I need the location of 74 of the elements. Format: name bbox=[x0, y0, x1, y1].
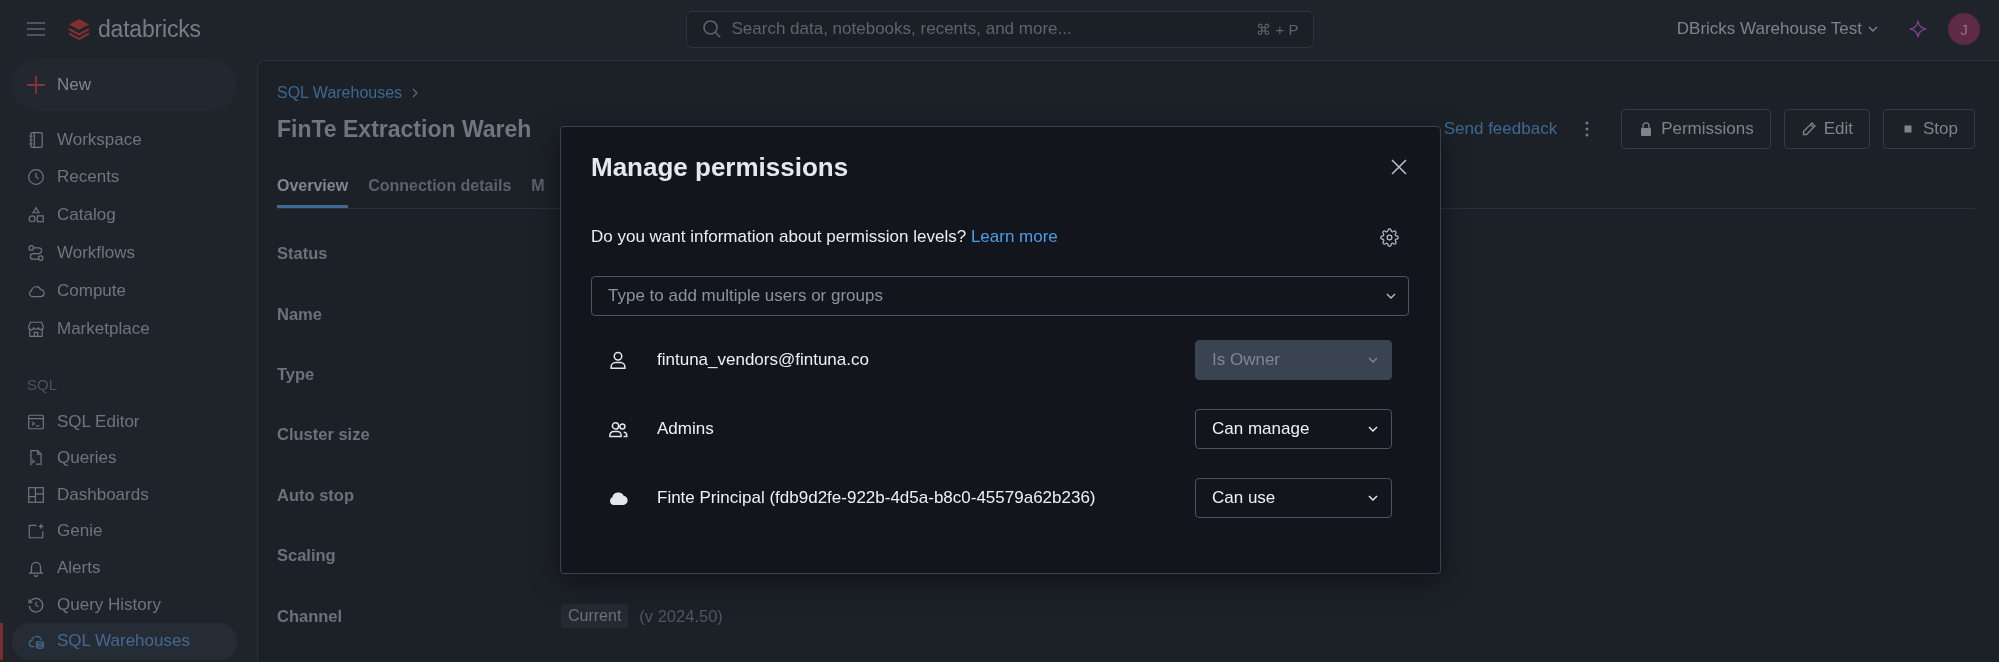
dialog-title: Manage permissions bbox=[591, 151, 849, 183]
settings-icon[interactable] bbox=[1380, 227, 1399, 247]
chevron-down-icon bbox=[1868, 26, 1878, 32]
sparkle-icon[interactable] bbox=[1909, 20, 1927, 38]
sidebar-item[interactable]: Catalog bbox=[12, 196, 237, 235]
notebook-icon bbox=[27, 130, 45, 149]
terminal-window-icon bbox=[27, 412, 45, 431]
channel-tag: Current bbox=[561, 604, 629, 629]
property-label: Status bbox=[277, 244, 329, 264]
workflow-icon bbox=[27, 243, 45, 262]
property-label: Type bbox=[277, 365, 316, 385]
sidebar-item[interactable]: Compute bbox=[12, 271, 237, 310]
sidebar-item[interactable]: Dashboards bbox=[12, 476, 237, 514]
people-icon bbox=[608, 419, 628, 439]
principal-name: Finte Principal (fdb9d2fe-922b-4d5a-b8c0-45579a62b236) bbox=[657, 488, 1097, 508]
tab[interactable]: M bbox=[531, 175, 545, 208]
bell-icon bbox=[27, 559, 45, 578]
chevron-down-icon bbox=[1368, 357, 1378, 363]
sparkle-frame-icon bbox=[27, 522, 45, 541]
user-avatar[interactable]: J bbox=[1948, 13, 1980, 45]
search-icon bbox=[702, 20, 721, 38]
person-icon bbox=[608, 350, 628, 370]
property-label: Scaling bbox=[277, 546, 337, 566]
sidebar-item[interactable]: Workspace bbox=[12, 120, 237, 159]
learn-more-link[interactable]: Learn more bbox=[970, 227, 1058, 246]
add-users-field[interactable]: Type to add multiple users or groups bbox=[591, 276, 1409, 316]
property-label: Name bbox=[277, 304, 323, 324]
code-file-icon bbox=[27, 449, 45, 468]
chevron-down-icon bbox=[1368, 426, 1378, 432]
property-label: Cluster size bbox=[277, 425, 371, 445]
tab[interactable]: Overview bbox=[277, 175, 349, 208]
layers-logo-icon bbox=[68, 17, 90, 41]
property-value: (v 2024.50) bbox=[639, 606, 723, 626]
sidebar-item[interactable]: Query History bbox=[12, 586, 237, 623]
principal-name: fintuna_vendors@fintuna.co bbox=[657, 350, 870, 370]
shapes-icon bbox=[27, 206, 45, 225]
shortcut-hint: ⌘ + P bbox=[1256, 19, 1299, 39]
chevron-down-icon bbox=[1368, 495, 1378, 501]
send-feedback-link[interactable]: Send feedback bbox=[1443, 119, 1558, 139]
sidebar-item[interactable]: Recents bbox=[12, 158, 237, 197]
principal-name: Admins bbox=[657, 419, 715, 439]
edit-button[interactable]: Edit bbox=[1783, 109, 1870, 149]
logo-text: databricks bbox=[98, 15, 201, 43]
sidebar-item[interactable]: Genie bbox=[12, 513, 237, 550]
sidebar-item[interactable]: SQL Editor bbox=[12, 403, 237, 440]
pencil-icon bbox=[1800, 121, 1817, 137]
permissions-button[interactable]: Permissions bbox=[1621, 109, 1771, 149]
sidebar-item[interactable]: Workflows bbox=[12, 234, 237, 272]
selection-indicator bbox=[0, 622, 3, 660]
chevron-right-icon bbox=[412, 88, 419, 98]
plus-icon bbox=[27, 76, 45, 94]
sidebar-item[interactable]: Alerts bbox=[12, 549, 237, 587]
workspace-switcher[interactable]: DBricks Warehouse Test bbox=[1676, 19, 1878, 39]
close-icon[interactable] bbox=[1391, 159, 1407, 175]
permission-dropdown[interactable]: Can manage bbox=[1195, 409, 1392, 449]
sidebar-item[interactable]: Marketplace bbox=[12, 309, 237, 348]
history-clock-icon bbox=[27, 595, 45, 614]
sidebar-item[interactable]: SQL Warehouses bbox=[12, 622, 237, 660]
more-options-icon[interactable] bbox=[1585, 121, 1590, 137]
clock-icon bbox=[27, 168, 45, 187]
new-button[interactable]: New bbox=[11, 59, 237, 111]
sidebar-item[interactable]: Queries bbox=[12, 439, 237, 477]
property-label: Channel bbox=[277, 606, 344, 626]
tab[interactable]: Connection details bbox=[368, 175, 512, 208]
dashboard-grid-icon bbox=[27, 485, 45, 504]
property-label: Auto stop bbox=[277, 485, 355, 505]
menu-icon[interactable] bbox=[27, 22, 45, 36]
breadcrumb-link[interactable]: SQL Warehouses bbox=[277, 84, 403, 102]
chevron-down-icon bbox=[1386, 293, 1396, 299]
page-title: FinTe Extraction Wareh bbox=[277, 115, 532, 143]
permission-dropdown[interactable]: Can use bbox=[1195, 478, 1392, 518]
stop-button[interactable]: Stop bbox=[1883, 109, 1975, 149]
storefront-icon bbox=[27, 319, 45, 338]
info-text: Do you want information about permission levels? Learn more bbox=[591, 227, 1058, 247]
